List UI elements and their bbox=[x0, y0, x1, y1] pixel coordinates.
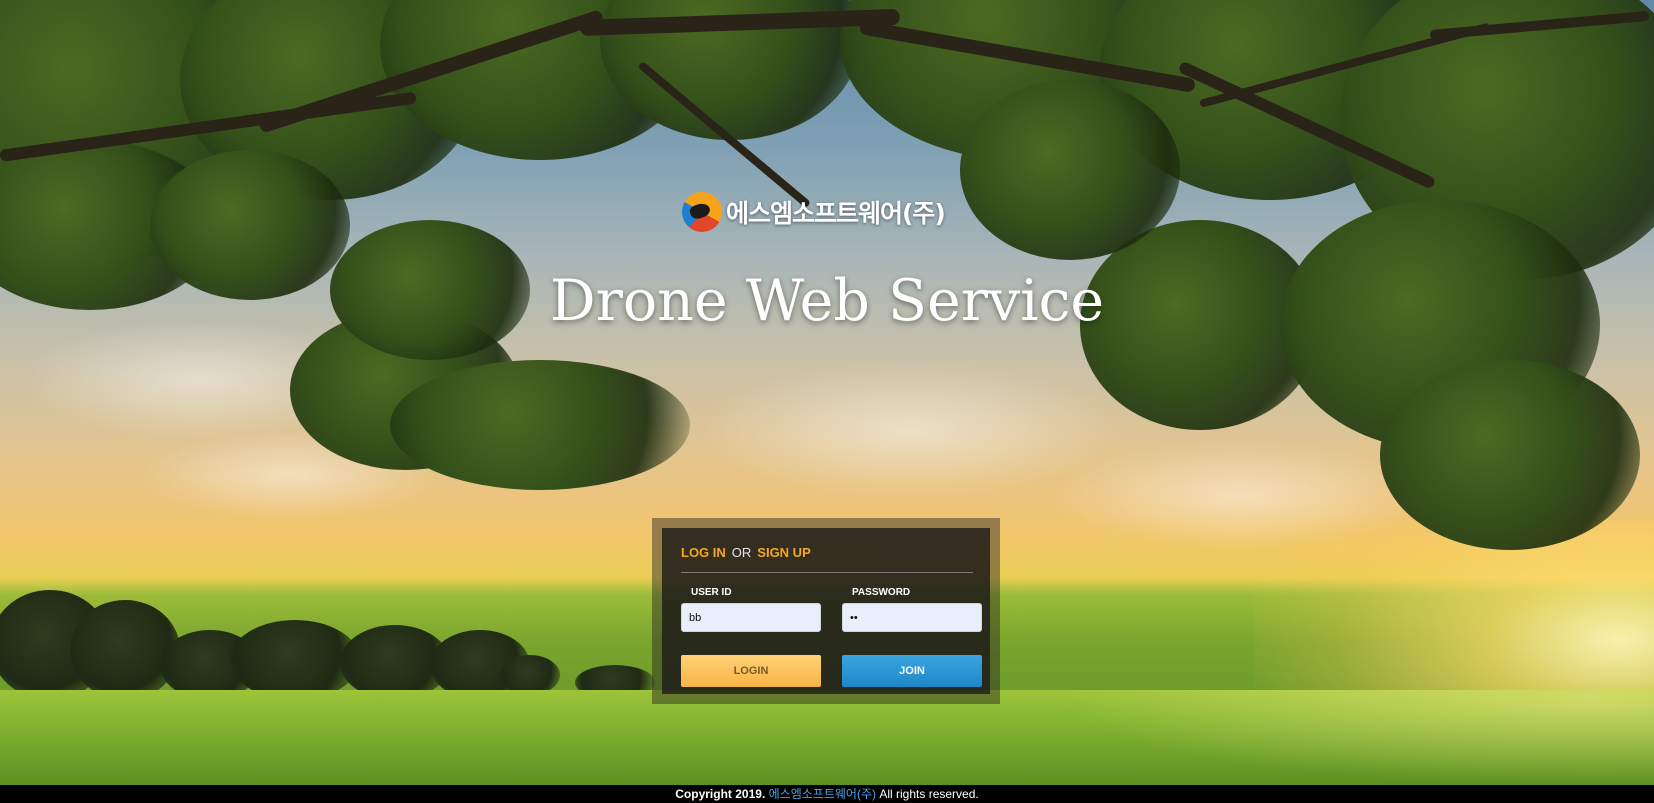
brand-name: 에스엠소프트웨어(주) bbox=[726, 199, 946, 228]
login-panel: LOG IN OR SIGN UP USER ID PASSWORD LOGIN J… bbox=[652, 518, 1000, 704]
login-divider bbox=[681, 572, 973, 573]
login-heading-login: LOG IN bbox=[681, 545, 726, 560]
login-heading-signup: SIGN UP bbox=[757, 545, 811, 560]
password-input[interactable] bbox=[842, 603, 982, 632]
join-button[interactable]: JOIN bbox=[842, 655, 982, 687]
login-heading: LOG IN OR SIGN UP bbox=[681, 545, 811, 560]
user-id-label: USER ID bbox=[691, 587, 732, 598]
page-title: Drone Web Service bbox=[549, 268, 1105, 334]
login-button[interactable]: LOGIN bbox=[681, 655, 821, 687]
sms-logo-icon bbox=[682, 192, 722, 232]
login-page: 에스엠소프트웨어(주) Drone Web Service LOG IN OR SI… bbox=[0, 0, 1654, 803]
brand: 에스엠소프트웨어(주) bbox=[682, 190, 946, 234]
footer-copyright: Copyright 2019. bbox=[675, 787, 766, 801]
grass-highlight bbox=[1054, 690, 1654, 785]
footer-company: 에스엠소프트웨어(주) bbox=[768, 787, 876, 801]
footer-rights: All rights reserved. bbox=[879, 787, 979, 801]
horizon-tree bbox=[500, 655, 560, 695]
user-id-input[interactable] bbox=[681, 603, 821, 632]
login-heading-or: OR bbox=[731, 545, 752, 560]
password-label: PASSWORD bbox=[852, 587, 911, 598]
footer: Copyright 2019. 에스엠소프트웨어(주) All rights r… bbox=[0, 785, 1654, 803]
login-form: LOG IN OR SIGN UP USER ID PASSWORD LOGIN J… bbox=[662, 528, 990, 694]
